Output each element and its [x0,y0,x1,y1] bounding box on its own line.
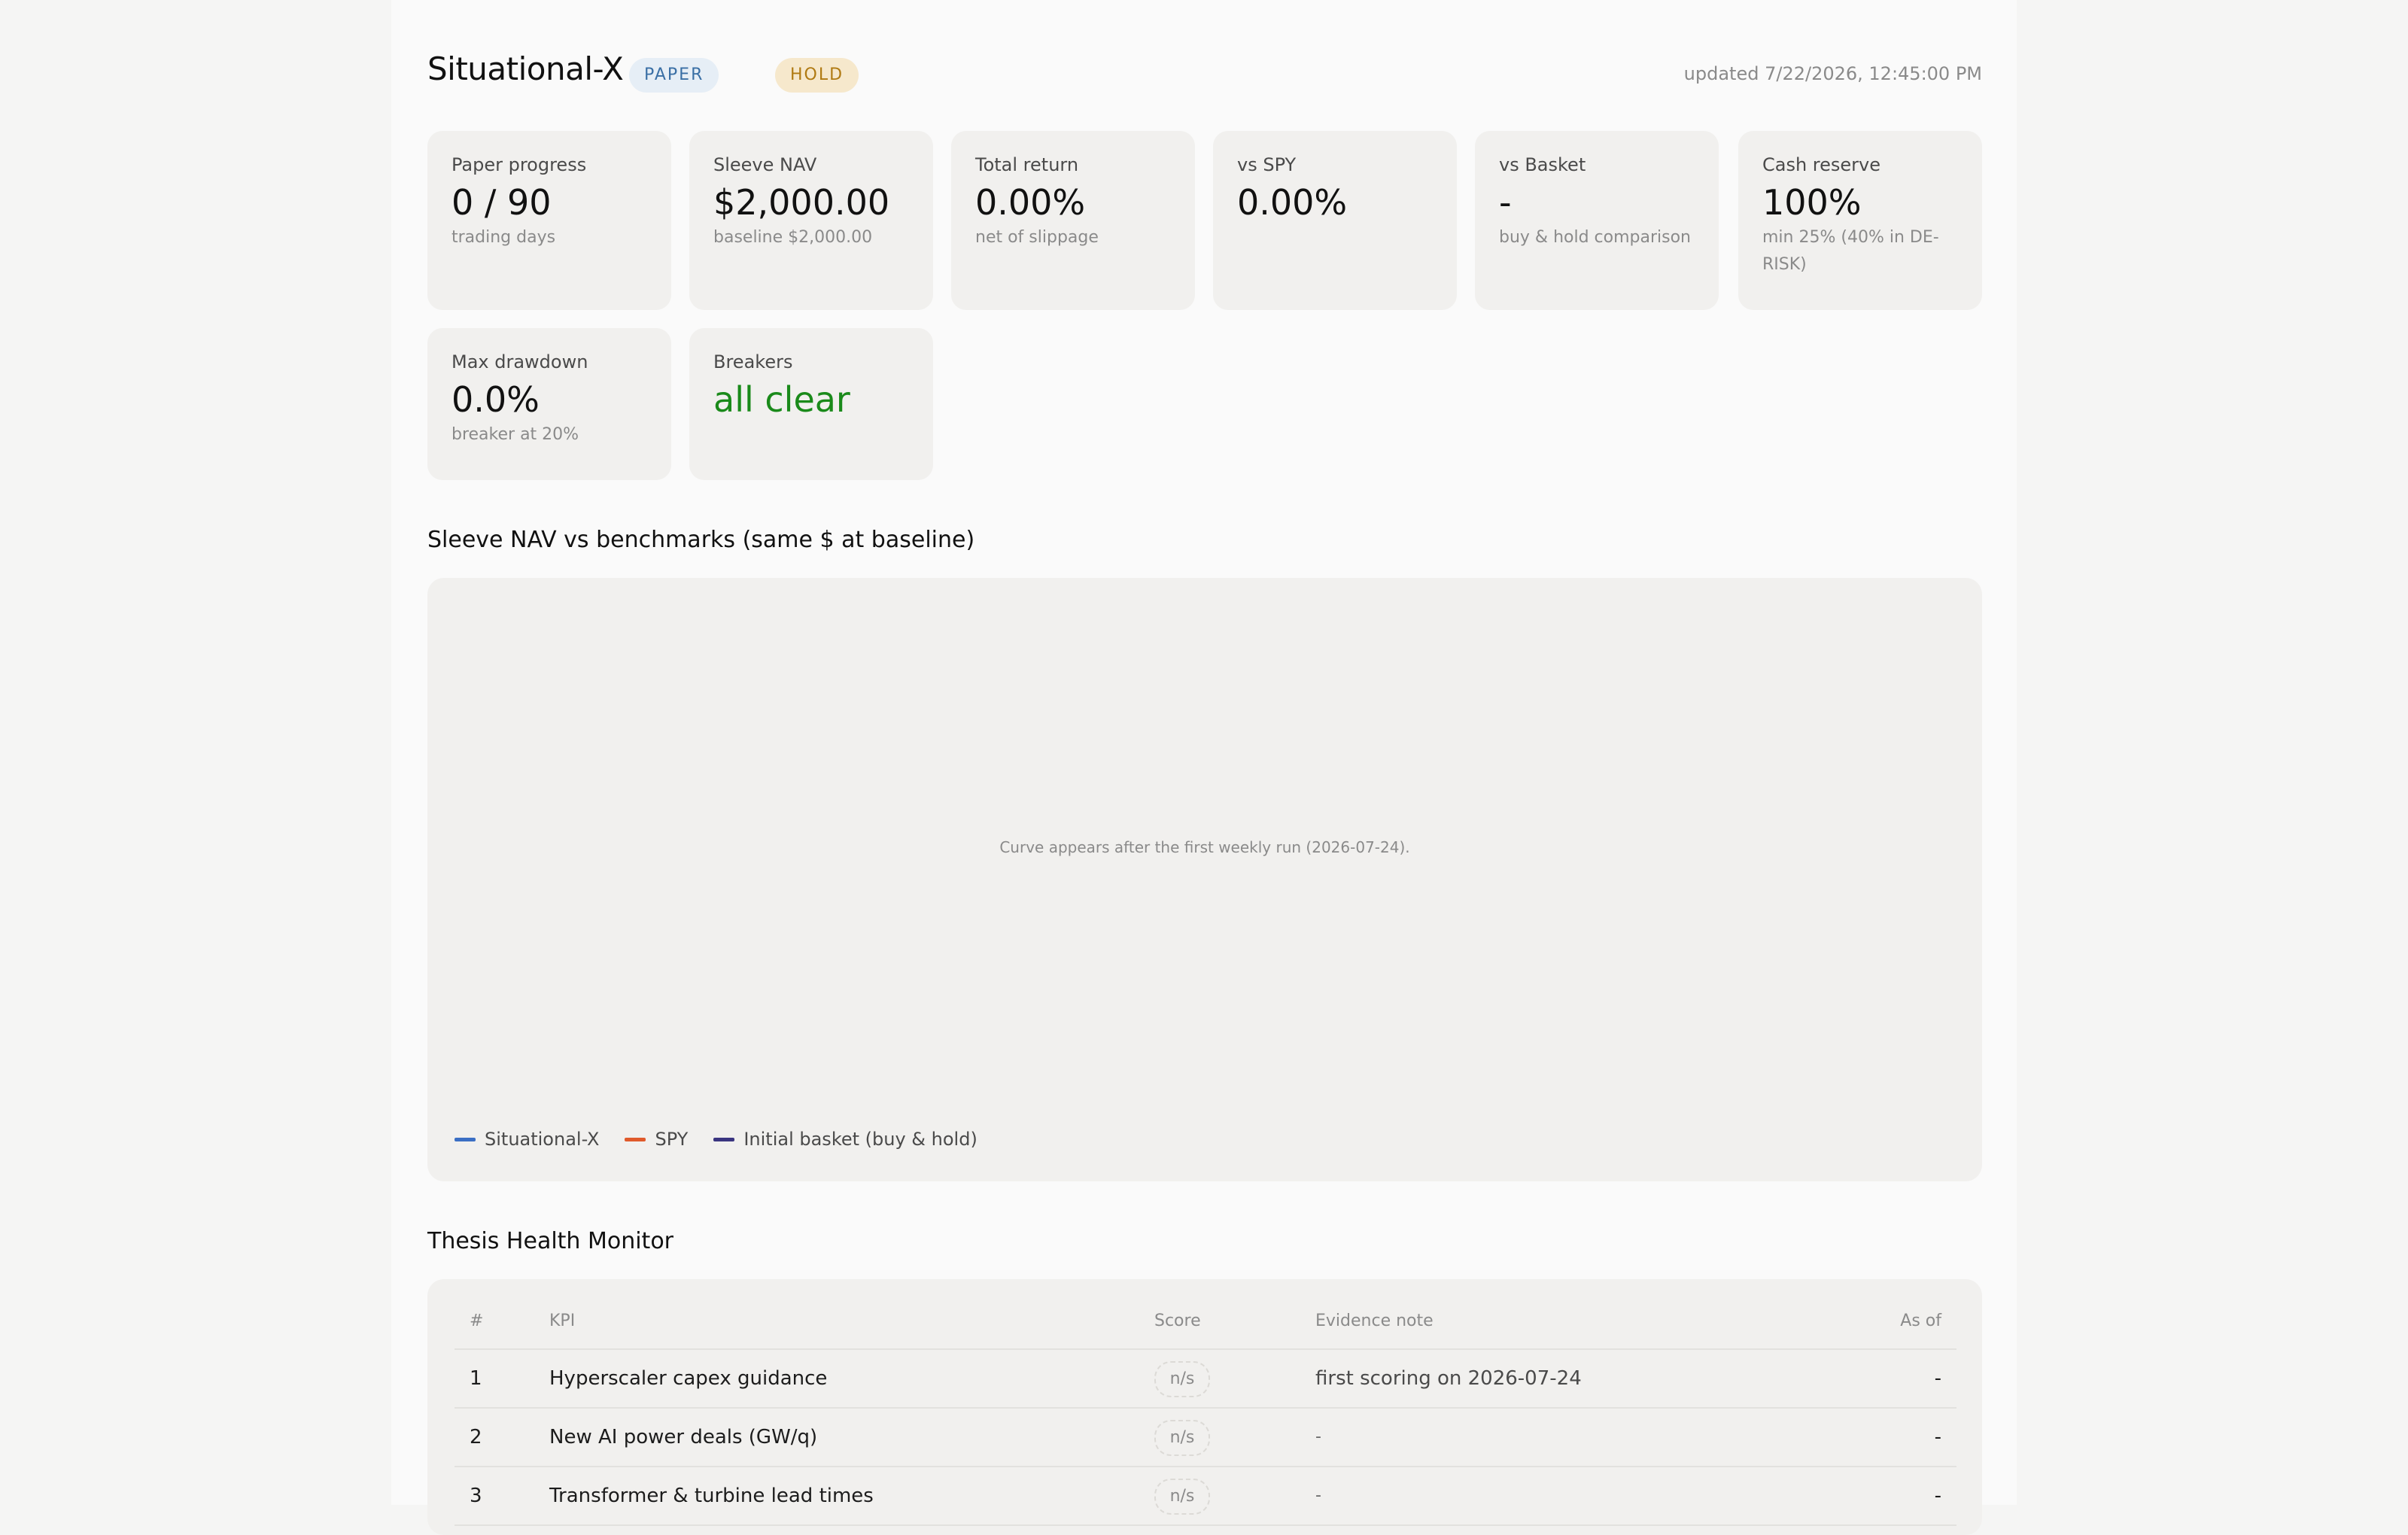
stat-label: Breakers [713,351,793,372]
stat-value: 0.00% [975,182,1086,223]
row-number: 1 [470,1367,482,1390]
legend-label: Situational-X [485,1129,600,1150]
stat-value: 0 / 90 [451,182,552,223]
legend-item-initial-basket[interactable]: Initial basket (buy & hold) [713,1129,977,1150]
column-header-as-of: As of [1900,1312,1941,1330]
table-row: 2 New AI power deals (GW/q) n/s - - [455,1409,1956,1467]
row-evidence-note: - [1315,1427,1321,1446]
stat-card-breakers: Breakers all clear [689,328,933,480]
stat-sub: breaker at 20% [451,425,579,444]
score-badge: n/s [1154,1478,1210,1515]
stat-card-max-drawdown: Max drawdown 0.0% breaker at 20% [427,328,671,480]
mode-badge-paper: PAPER [629,58,719,93]
updated-timestamp: updated 7/22/2026, 12:45:00 PM [1683,63,1982,84]
row-kpi: New AI power deals (GW/q) [549,1426,818,1448]
stat-value: 0.00% [1237,182,1348,223]
stat-card-cash-reserve: Cash reserve 100% min 25% (40% in DE-RIS… [1738,131,1982,310]
row-score: n/s [1154,1467,1210,1524]
column-header-num: # [470,1312,484,1330]
stat-label: vs Basket [1499,154,1586,175]
breakers-status: all clear [713,379,850,420]
stat-label: vs SPY [1237,154,1297,175]
chart-empty-message: Curve appears after the first weekly run… [999,838,1410,856]
row-kpi: Hyperscaler capex guidance [549,1367,828,1390]
thesis-table: # KPI Score Evidence note As of 1 Hypers… [455,1294,1956,1526]
stat-label: Cash reserve [1762,154,1881,175]
stat-card-sleeve-nav: Sleeve NAV $2,000.00 baseline $2,000.00 [689,131,933,310]
stat-value: 100% [1762,182,1862,223]
page-title: Situational-X [427,50,624,87]
score-badge: n/s [1154,1419,1210,1456]
stat-label: Paper progress [451,154,587,175]
row-number: 3 [470,1485,482,1507]
signal-badge-hold: HOLD [775,58,859,93]
stat-card-total-return: Total return 0.00% net of slippage [951,131,1195,310]
legend-swatch [713,1137,735,1141]
column-header-score: Score [1154,1312,1201,1330]
thesis-section-title: Thesis Health Monitor [427,1228,674,1254]
table-header: # KPI Score Evidence note As of [455,1294,1956,1350]
legend-label: SPY [655,1129,689,1150]
legend-swatch [455,1137,476,1141]
dashboard-page: Situational-X PAPER HOLD updated 7/22/20… [391,0,2017,1535]
stat-card-vs-spy: vs SPY 0.00% [1213,131,1457,310]
row-score: n/s [1154,1409,1210,1466]
table-row: 3 Transformer & turbine lead times n/s -… [455,1467,1956,1526]
page-header: Situational-X PAPER HOLD updated 7/22/20… [427,48,1982,99]
row-number: 2 [470,1426,482,1448]
stat-value: $2,000.00 [713,182,890,223]
stat-value: 0.0% [451,379,540,420]
stat-sub: buy & hold comparison [1499,228,1691,247]
stat-value: - [1499,182,1512,223]
column-header-evidence-note: Evidence note [1315,1312,1434,1330]
stat-card-paper-progress: Paper progress 0 / 90 trading days [427,131,671,310]
stat-sub: min 25% (40% in DE-RISK) [1762,228,1939,274]
stat-label: Sleeve NAV [713,154,817,175]
thesis-table-card: # KPI Score Evidence note As of 1 Hypers… [427,1279,1982,1535]
row-score: n/s [1154,1350,1210,1407]
legend-swatch [625,1137,646,1141]
table-row: 1 Hyperscaler capex guidance n/s first s… [455,1350,1956,1409]
stat-sub: net of slippage [975,228,1099,247]
chart-legend: Situational-X SPY Initial basket (buy & … [455,1129,1003,1150]
stat-sub: baseline $2,000.00 [713,228,873,247]
row-kpi: Transformer & turbine lead times [549,1485,874,1507]
row-as-of: - [1934,1426,1941,1448]
legend-item-spy[interactable]: SPY [625,1129,688,1150]
legend-label: Initial basket (buy & hold) [743,1129,977,1150]
row-evidence-note: - [1315,1486,1321,1505]
column-header-kpi: KPI [549,1312,576,1330]
stat-card-vs-basket: vs Basket - buy & hold comparison [1475,131,1719,310]
row-evidence-note: first scoring on 2026-07-24 [1315,1367,1582,1390]
row-as-of: - [1934,1485,1941,1507]
nav-chart: Curve appears after the first weekly run… [427,578,1982,1181]
stat-sub: trading days [451,228,556,247]
stat-label: Max drawdown [451,351,588,372]
chart-section-title: Sleeve NAV vs benchmarks (same $ at base… [427,527,975,553]
row-as-of: - [1934,1367,1941,1390]
score-badge: n/s [1154,1360,1210,1397]
legend-item-situational-x[interactable]: Situational-X [455,1129,599,1150]
stat-label: Total return [975,154,1079,175]
